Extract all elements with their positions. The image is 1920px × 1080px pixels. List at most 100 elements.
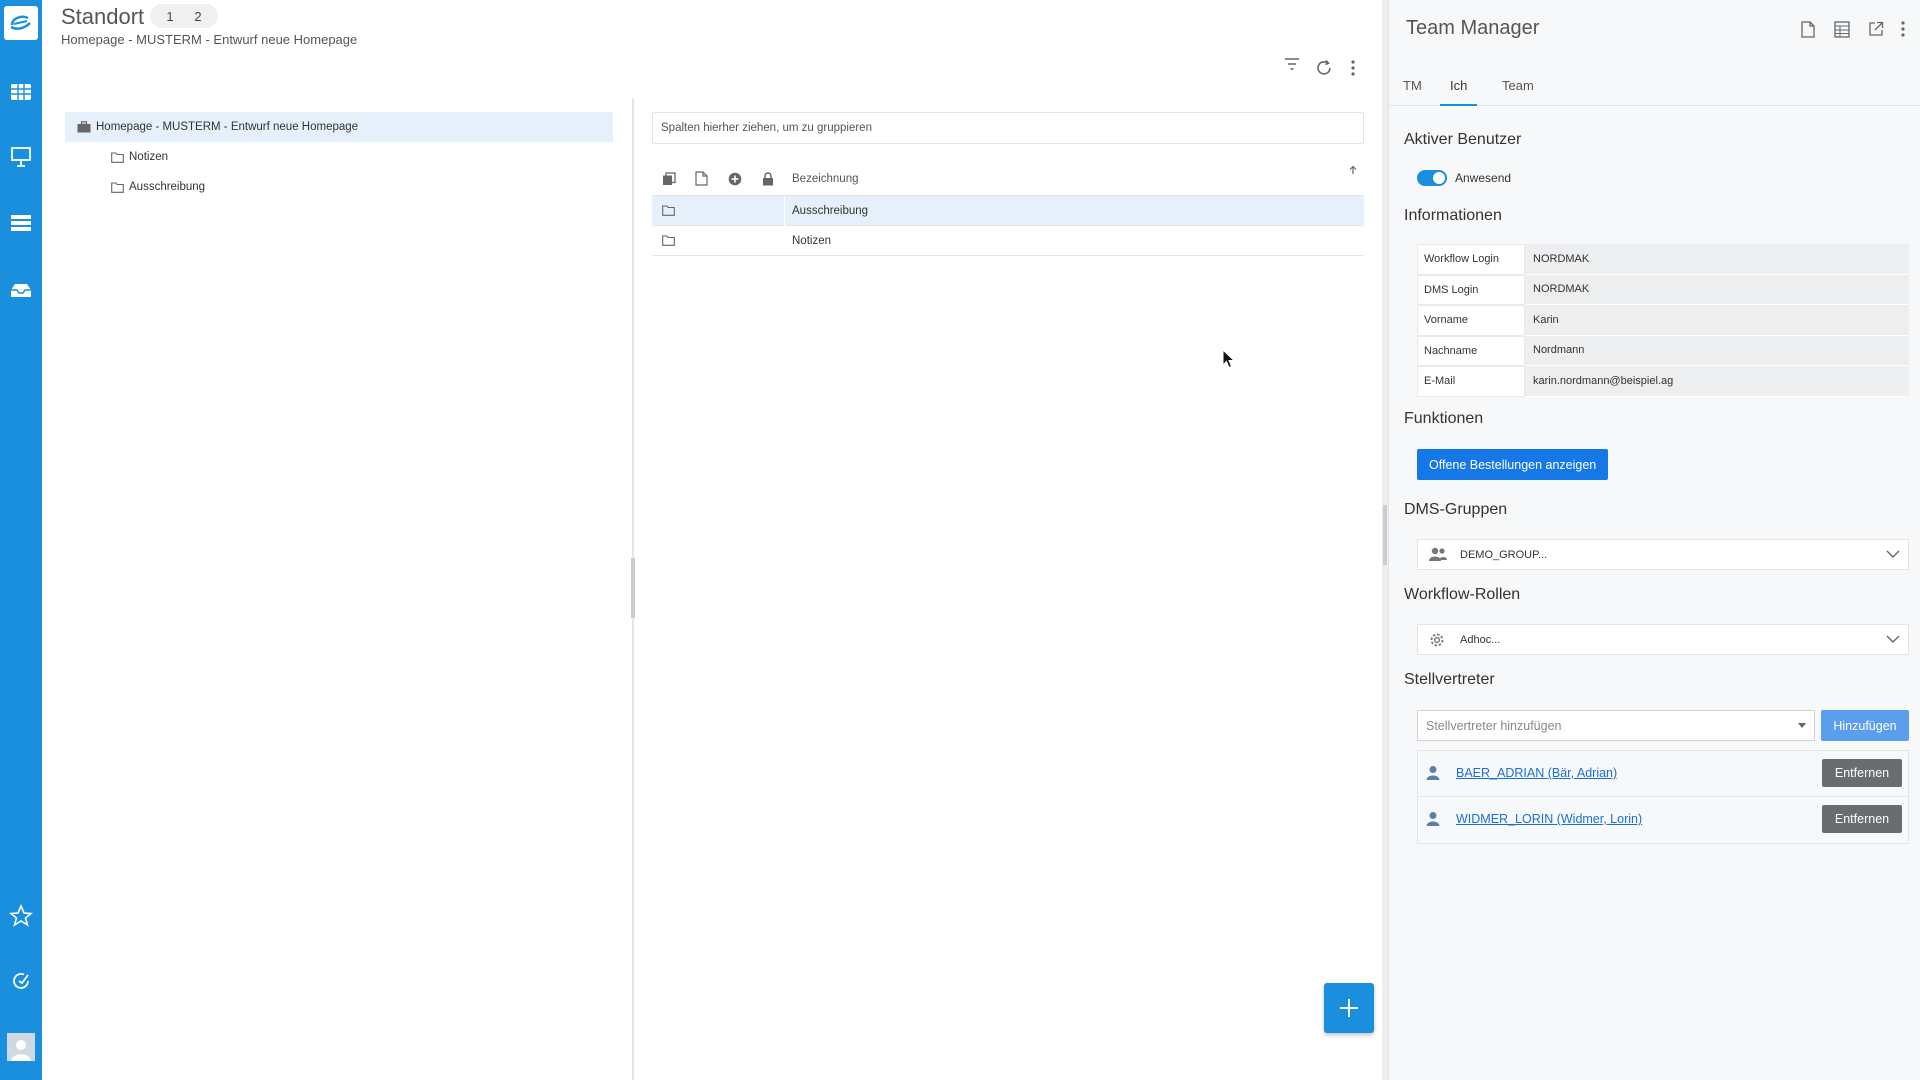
folder-tree: Homepage - MUSTERM - Entwurf neue Homepa… <box>65 112 613 202</box>
tab-ich[interactable]: Ich <box>1440 72 1478 106</box>
presence-toggle[interactable] <box>1417 170 1447 186</box>
tree-item-label: Ausschreibung <box>129 181 206 193</box>
show-open-orders-button[interactable]: Offene Bestellungen anzeigen <box>1417 449 1609 480</box>
gear-icon <box>1428 631 1446 652</box>
tab-team[interactable]: Team <box>1492 72 1544 106</box>
info-row: Vorname Karin <box>1417 305 1909 336</box>
table-row[interactable]: Notizen <box>652 226 1364 256</box>
dms-group-select[interactable]: DEMO_GROUP... <box>1417 539 1909 570</box>
filter-icon[interactable] <box>1284 57 1306 79</box>
folder-icon <box>662 205 675 219</box>
document-icon[interactable] <box>1797 18 1819 40</box>
nav-rail <box>0 0 42 1080</box>
mouse-cursor-icon <box>1222 348 1236 372</box>
column-header-bezeichnung[interactable]: Bezeichnung <box>792 173 859 185</box>
spreadsheet-icon[interactable] <box>1831 18 1853 40</box>
more-vertical-icon[interactable] <box>1342 57 1364 79</box>
info-key: Workflow Login <box>1417 244 1525 275</box>
presence-label: Anwesend <box>1455 171 1512 185</box>
info-row: Nachname Nordmann <box>1417 335 1909 366</box>
page-title: Standort <box>61 4 145 29</box>
refresh-icon[interactable] <box>1313 57 1335 79</box>
add-fab-button[interactable] <box>1324 983 1374 1033</box>
lock-icon[interactable] <box>751 171 784 186</box>
deputy-placeholder: Stellvertreter hinzufügen <box>1426 718 1562 733</box>
info-key: E-Mail <box>1417 366 1525 397</box>
section-title-deputies: Stellvertreter <box>1404 671 1495 688</box>
remove-deputy-button[interactable]: Entfernen <box>1822 759 1902 787</box>
deputy-link[interactable]: WIDMER_LORIN (Widmer, Lorin) <box>1456 812 1642 826</box>
folder-icon <box>111 151 124 163</box>
side-panel-title: Team Manager <box>1406 17 1540 39</box>
tree-root-item[interactable]: Homepage - MUSTERM - Entwurf neue Homepa… <box>65 112 613 142</box>
section-title-workflow-roles: Workflow-Rollen <box>1404 586 1521 603</box>
more-vertical-icon[interactable] <box>1892 18 1914 40</box>
inbox-icon[interactable] <box>8 277 34 303</box>
side-panel-header: Team Manager <box>1389 0 1920 60</box>
group-drop-zone[interactable]: Spalten hierher ziehen, um zu gruppieren <box>652 112 1364 144</box>
sort-ascending-icon[interactable] <box>1348 164 1358 178</box>
info-value: Karin <box>1525 305 1909 336</box>
refresh-check-icon[interactable] <box>8 968 34 994</box>
presentation-icon[interactable] <box>8 144 34 170</box>
info-row: DMS Login NORDMAK <box>1417 274 1909 305</box>
info-row: E-Mail karin.nordmann@beispiel.ag <box>1417 366 1909 397</box>
person-icon <box>1426 765 1440 783</box>
panel-splitter[interactable] <box>631 98 635 1080</box>
info-value: Nordmann <box>1525 335 1909 366</box>
tree-root-label: Homepage - MUSTERM - Entwurf neue Homepa… <box>96 121 359 133</box>
section-title-info: Informationen <box>1404 207 1502 224</box>
list-icon[interactable] <box>8 210 34 236</box>
star-icon[interactable] <box>8 903 34 929</box>
list-item: WIDMER_LORIN (Widmer, Lorin) Entfernen <box>1418 797 1908 843</box>
plus-icon <box>1340 999 1358 1017</box>
breadcrumb: Homepage - MUSTERM - Entwurf neue Homepa… <box>61 32 358 47</box>
info-key: Vorname <box>1417 305 1525 336</box>
folder-icon <box>111 181 124 193</box>
person-icon <box>1426 811 1440 829</box>
workflow-role-value: Adhoc... <box>1460 633 1501 646</box>
deputy-list: BAER_ADRIAN (Bär, Adrian) Entfernen WIDM… <box>1417 750 1909 844</box>
document-grid: Spalten hierher ziehen, um zu gruppieren… <box>652 112 1364 256</box>
section-title-dms-groups: DMS-Gruppen <box>1404 501 1508 518</box>
info-value: NORDMAK <box>1525 244 1909 275</box>
page-2-button[interactable]: 2 <box>184 9 212 24</box>
document-icon[interactable] <box>685 171 718 186</box>
user-avatar-icon[interactable] <box>7 1033 35 1061</box>
workflow-role-select[interactable]: Adhoc... <box>1417 624 1909 655</box>
chevron-down-icon <box>1886 633 1900 647</box>
chevron-down-icon <box>1886 548 1900 562</box>
row-label: Ausschreibung <box>792 204 869 217</box>
info-row: Workflow Login NORDMAK <box>1417 244 1909 275</box>
deputy-combobox[interactable]: Stellvertreter hinzufügen <box>1417 710 1815 741</box>
app-logo-icon[interactable] <box>4 6 38 40</box>
info-value: NORDMAK <box>1525 274 1909 305</box>
copy-icon[interactable] <box>652 171 685 186</box>
list-item: BAER_ADRIAN (Bär, Adrian) Entfernen <box>1418 751 1908 797</box>
database-icon[interactable] <box>8 79 34 105</box>
info-key: DMS Login <box>1417 274 1525 305</box>
table-row[interactable]: Ausschreibung <box>652 196 1364 226</box>
info-key: Nachname <box>1417 335 1525 366</box>
tree-item-label: Notizen <box>129 151 168 163</box>
main-area: Standort 1 2 Homepage - MUSTERM - Entwur… <box>42 0 1382 1080</box>
tree-item-ausschreibung[interactable]: Ausschreibung <box>65 172 613 202</box>
team-manager-panel: Team Manager TM Ich Team Aktiver Benutze… <box>1388 0 1920 1080</box>
section-title-active-user: Aktiver Benutzer <box>1404 131 1522 148</box>
caret-down-icon <box>1798 723 1806 728</box>
external-link-icon[interactable] <box>1865 18 1887 40</box>
user-info-table: Workflow Login NORDMAK DMS Login NORDMAK… <box>1417 244 1909 397</box>
deputy-link[interactable]: BAER_ADRIAN (Bär, Adrian) <box>1456 766 1617 780</box>
info-value: karin.nordmann@beispiel.ag <box>1525 366 1909 397</box>
remove-deputy-button[interactable]: Entfernen <box>1822 805 1902 833</box>
add-deputy-button[interactable]: Hinzufügen <box>1821 710 1909 741</box>
section-title-functions: Funktionen <box>1404 410 1484 427</box>
dms-group-value: DEMO_GROUP... <box>1460 548 1548 561</box>
tree-item-notizen[interactable]: Notizen <box>65 142 613 172</box>
add-circle-icon[interactable] <box>718 172 751 186</box>
page-1-button[interactable]: 1 <box>156 9 184 24</box>
briefcase-icon <box>77 121 91 133</box>
folder-icon <box>662 235 675 249</box>
tab-tm[interactable]: TM <box>1393 72 1432 106</box>
group-icon <box>1428 546 1448 565</box>
